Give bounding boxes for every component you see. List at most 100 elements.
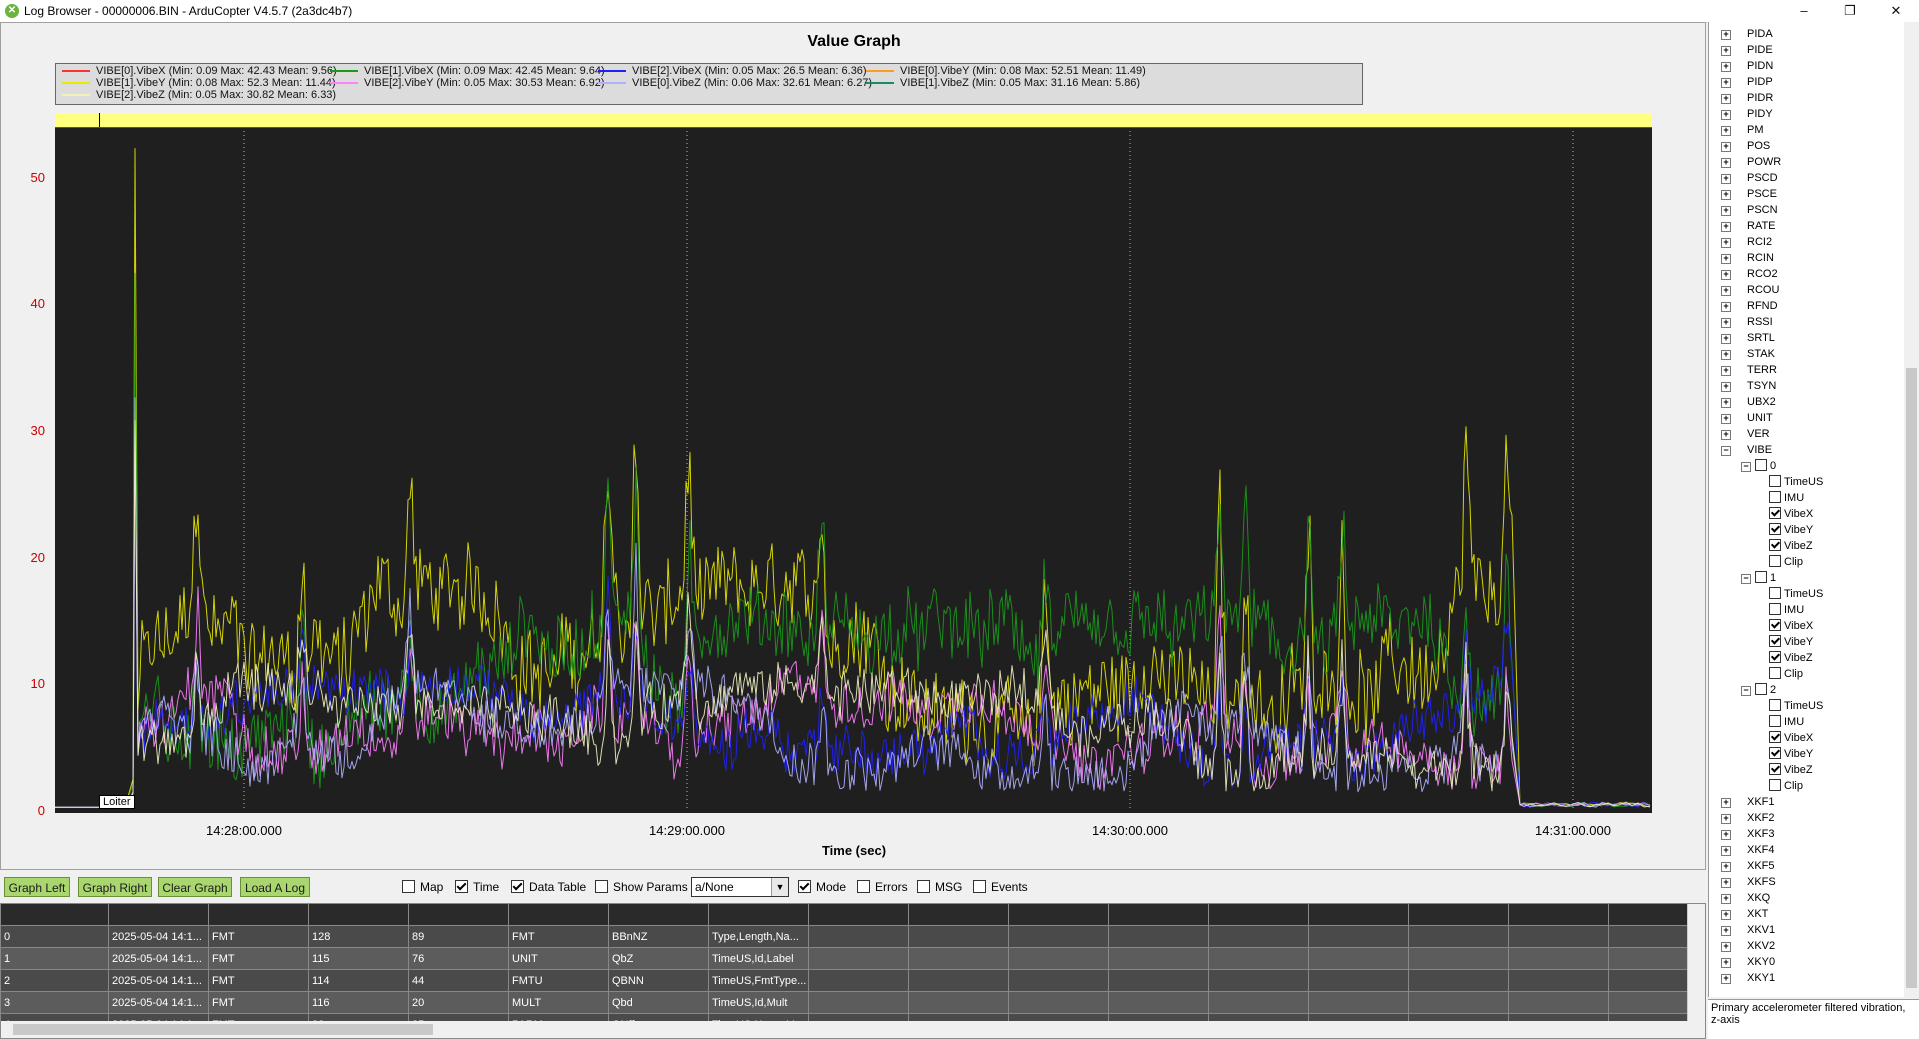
tree-node[interactable]: + STAK bbox=[1721, 346, 1775, 362]
table-vertical-scrollbar[interactable] bbox=[1687, 904, 1705, 1022]
tree-node[interactable]: VibeY bbox=[1769, 746, 1813, 762]
expand-icon[interactable]: + bbox=[1721, 238, 1731, 248]
field-checkbox[interactable] bbox=[1769, 731, 1781, 743]
expand-icon[interactable]: + bbox=[1721, 254, 1731, 264]
tree-node[interactable]: VibeX bbox=[1769, 730, 1813, 746]
table-horizontal-scrollbar[interactable] bbox=[1, 1021, 1705, 1038]
collapse-icon[interactable]: − bbox=[1721, 446, 1731, 456]
tree-node[interactable]: + XKF4 bbox=[1721, 842, 1775, 858]
clear-graph-button[interactable]: Clear Graph bbox=[158, 877, 232, 897]
load-log-button[interactable]: Load A Log bbox=[240, 877, 310, 897]
tree-node[interactable]: + PM bbox=[1721, 122, 1764, 138]
vibration-chart[interactable] bbox=[55, 113, 1652, 813]
expand-icon[interactable]: + bbox=[1721, 942, 1731, 952]
tree-scroll-thumb[interactable] bbox=[1906, 368, 1917, 988]
expand-icon[interactable]: + bbox=[1721, 958, 1731, 968]
chevron-down-icon[interactable]: ▼ bbox=[771, 878, 788, 896]
expand-icon[interactable]: + bbox=[1721, 94, 1731, 104]
msg-checkbox-box[interactable] bbox=[917, 880, 930, 893]
field-checkbox[interactable] bbox=[1769, 491, 1781, 503]
expand-icon[interactable]: + bbox=[1721, 158, 1731, 168]
field-checkbox[interactable] bbox=[1769, 747, 1781, 759]
collapse-icon[interactable]: − bbox=[1741, 574, 1751, 584]
expand-icon[interactable]: + bbox=[1721, 318, 1731, 328]
events-checkbox-box[interactable] bbox=[973, 880, 986, 893]
expand-icon[interactable]: + bbox=[1721, 366, 1731, 376]
field-checkbox[interactable] bbox=[1769, 779, 1781, 791]
data-table[interactable]: 0 2025-05-04 14:1... FMT 128 89 FMT BBnNZ Type,… bbox=[0, 903, 1706, 1039]
show-params-checkbox-box[interactable] bbox=[595, 880, 608, 893]
expand-icon[interactable]: + bbox=[1721, 30, 1731, 40]
tree-node[interactable]: + XKF3 bbox=[1721, 826, 1775, 842]
field-checkbox[interactable] bbox=[1769, 555, 1781, 567]
tree-node[interactable]: + UBX2 bbox=[1721, 394, 1776, 410]
tree-node[interactable]: + TERR bbox=[1721, 362, 1777, 378]
tree-node[interactable]: + SRTL bbox=[1721, 330, 1775, 346]
tree-node[interactable]: + POWR bbox=[1721, 154, 1781, 170]
tree-node[interactable]: −2 bbox=[1741, 682, 1776, 698]
tree-node[interactable]: + XKT bbox=[1721, 906, 1768, 922]
close-button[interactable]: ✕ bbox=[1873, 0, 1919, 22]
minimize-button[interactable]: – bbox=[1781, 0, 1827, 22]
tree-node[interactable]: + PIDN bbox=[1721, 58, 1773, 74]
tree-node[interactable]: + PSCN bbox=[1721, 202, 1778, 218]
expand-icon[interactable]: + bbox=[1721, 62, 1731, 72]
field-checkbox[interactable] bbox=[1769, 475, 1781, 487]
tree-node[interactable]: + VER bbox=[1721, 426, 1770, 442]
tree-scrollbar[interactable] bbox=[1904, 22, 1919, 997]
tree-node[interactable]: IMU bbox=[1769, 602, 1804, 618]
tree-node[interactable]: + RCO2 bbox=[1721, 266, 1778, 282]
field-checkbox[interactable] bbox=[1769, 603, 1781, 615]
expand-icon[interactable]: + bbox=[1721, 974, 1731, 984]
expand-icon[interactable]: + bbox=[1721, 334, 1731, 344]
tree-node[interactable]: VibeX bbox=[1769, 618, 1813, 634]
tree-node[interactable]: + RCIN bbox=[1721, 250, 1774, 266]
instance-checkbox[interactable] bbox=[1755, 571, 1767, 583]
expand-icon[interactable]: + bbox=[1721, 926, 1731, 936]
graph-right-button[interactable]: Graph Right bbox=[78, 877, 152, 897]
tree-node[interactable]: + RSSI bbox=[1721, 314, 1773, 330]
field-checkbox[interactable] bbox=[1769, 507, 1781, 519]
errors-checkbox[interactable]: Errors bbox=[857, 880, 908, 894]
tree-node[interactable]: + PIDP bbox=[1721, 74, 1773, 90]
mode-checkbox-box[interactable] bbox=[798, 880, 811, 893]
expand-icon[interactable]: + bbox=[1721, 222, 1731, 232]
tree-node[interactable]: + RATE bbox=[1721, 218, 1776, 234]
tree-node[interactable]: + PSCE bbox=[1721, 186, 1777, 202]
field-checkbox[interactable] bbox=[1769, 763, 1781, 775]
table-row[interactable]: 1 2025-05-04 14:1... FMT 115 76 UNIT QbZ TimeUS… bbox=[1, 948, 1689, 970]
tree-node[interactable]: + XKF5 bbox=[1721, 858, 1775, 874]
tree-node[interactable]: + XKY0 bbox=[1721, 954, 1775, 970]
expand-icon[interactable]: + bbox=[1721, 414, 1731, 424]
tree-node[interactable]: VibeZ bbox=[1769, 762, 1813, 778]
tree-node[interactable]: + XKV2 bbox=[1721, 938, 1775, 954]
tree-node[interactable]: − VIBE bbox=[1721, 442, 1772, 458]
tree-node[interactable]: + POS bbox=[1721, 138, 1770, 154]
expand-icon[interactable]: + bbox=[1721, 302, 1731, 312]
expand-icon[interactable]: + bbox=[1721, 78, 1731, 88]
tree-node[interactable]: IMU bbox=[1769, 714, 1804, 730]
maximize-button[interactable]: ❐ bbox=[1827, 0, 1873, 22]
expand-icon[interactable]: + bbox=[1721, 206, 1731, 216]
expand-icon[interactable]: + bbox=[1721, 814, 1731, 824]
expand-icon[interactable]: + bbox=[1721, 350, 1731, 360]
graph-left-button[interactable]: Graph Left bbox=[4, 877, 70, 897]
expand-icon[interactable]: + bbox=[1721, 798, 1731, 808]
instance-checkbox[interactable] bbox=[1755, 459, 1767, 471]
tree-node[interactable]: + XKFS bbox=[1721, 874, 1776, 890]
tree-node[interactable]: + XKF1 bbox=[1721, 794, 1775, 810]
errors-checkbox-box[interactable] bbox=[857, 880, 870, 893]
tree-node[interactable]: TimeUS bbox=[1769, 698, 1823, 714]
mode-checkbox[interactable]: Mode bbox=[798, 880, 846, 894]
map-checkbox-box[interactable] bbox=[402, 880, 415, 893]
tree-node[interactable]: + PIDR bbox=[1721, 90, 1773, 106]
tree-node[interactable]: + XKF2 bbox=[1721, 810, 1775, 826]
expand-icon[interactable]: + bbox=[1721, 286, 1731, 296]
table-row[interactable]: 0 2025-05-04 14:1... FMT 128 89 FMT BBnNZ Type,… bbox=[1, 926, 1689, 948]
tree-node[interactable]: + TSYN bbox=[1721, 378, 1776, 394]
expand-icon[interactable]: + bbox=[1721, 126, 1731, 136]
tree-node[interactable]: Clip bbox=[1769, 778, 1803, 794]
expand-icon[interactable]: + bbox=[1721, 270, 1731, 280]
message-tree[interactable]: + PIDA + PIDE + PIDN + PIDP + PIDR + PIDY + PM + POS + PO… bbox=[1708, 22, 1905, 997]
tree-node[interactable]: + XKV1 bbox=[1721, 922, 1775, 938]
